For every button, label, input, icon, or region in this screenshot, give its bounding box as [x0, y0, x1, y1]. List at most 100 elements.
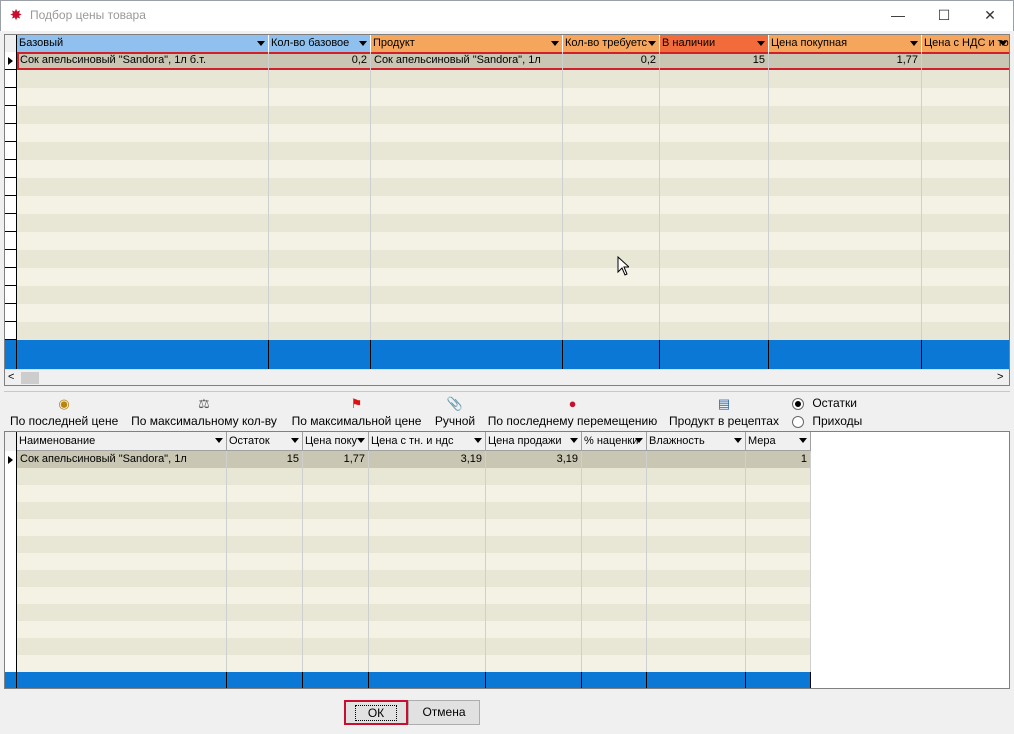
dropdown-arrow-icon[interactable] — [474, 438, 482, 443]
bottom-cell — [486, 536, 582, 553]
top-cell — [563, 214, 660, 232]
dropdown-arrow-icon[interactable] — [799, 438, 807, 443]
bottom-cell — [746, 587, 811, 604]
dropdown-arrow-icon[interactable] — [215, 438, 223, 443]
by-last-transfer-label: По последнему перемещению — [487, 414, 658, 428]
bottom-cell — [227, 519, 303, 536]
bottom-cell — [486, 570, 582, 587]
scales-icon: ⚖ — [198, 396, 210, 411]
top-cell — [660, 304, 769, 322]
radio-checked-icon[interactable] — [792, 397, 804, 410]
top-cell — [269, 214, 371, 232]
top-cell — [563, 268, 660, 286]
bottom-cell — [369, 519, 486, 536]
top-grid-footer — [5, 340, 1009, 369]
cancel-button[interactable]: Отмена — [408, 700, 480, 725]
bottom-cell — [227, 638, 303, 655]
bottom-cell — [647, 621, 746, 638]
top-cell — [269, 88, 371, 106]
scroll-left-icon[interactable]: < — [8, 371, 14, 383]
ok-label: ОК — [354, 705, 398, 721]
top-cell — [563, 142, 660, 160]
bottom-cell — [486, 485, 582, 502]
bottom-col-header-8[interactable]: Мера — [746, 432, 811, 451]
bottom-cell: Сок апельсиновый "Sandora", 1л — [17, 451, 227, 468]
ok-button[interactable]: ОК — [344, 700, 408, 725]
by-max-quantity-label: По максимальному кол-ву — [131, 414, 277, 428]
top-table-row-selected[interactable]: Сок апельсиновый "Sandora", 1л б.т. 0,2 Со… — [17, 52, 1009, 70]
top-row-indicator — [5, 124, 17, 142]
bottom-col-header-7[interactable]: Влажность — [647, 432, 746, 451]
by-max-price-button[interactable]: ⚑ По максимальной цене — [290, 396, 423, 430]
horizontal-scrollbar[interactable]: < > — [5, 369, 1009, 385]
dropdown-arrow-icon[interactable] — [257, 41, 265, 46]
maximize-button[interactable]: ☐ — [921, 0, 967, 31]
manual-button[interactable]: 📎 Ручной — [432, 396, 478, 430]
close-button[interactable]: ✕ — [967, 0, 1013, 31]
top-cell — [769, 322, 922, 340]
bottom-col-header-1[interactable]: Наименование — [17, 432, 227, 451]
by-last-price-button[interactable]: ◉ По последней цене — [10, 396, 118, 430]
top-col-header-6[interactable]: Цена покупная — [769, 35, 922, 52]
top-cell — [922, 160, 1009, 178]
bottom-row-indicator — [5, 621, 17, 638]
top-cell — [769, 304, 922, 322]
bottom-row-indicator — [5, 536, 17, 553]
bottom-col-header-6[interactable]: % наценки — [582, 432, 647, 451]
bottom-row-indicator — [5, 655, 17, 672]
radio-remains[interactable]: Остатки — [792, 396, 857, 412]
dropdown-arrow-icon[interactable] — [359, 41, 367, 46]
dropdown-arrow-icon[interactable] — [635, 438, 643, 443]
dropdown-arrow-icon[interactable] — [551, 41, 559, 46]
bottom-cell — [227, 587, 303, 604]
bottom-cell — [486, 468, 582, 485]
by-max-quantity-button[interactable]: ⚖ По максимальному кол-ву — [128, 396, 280, 430]
bottom-cell: 1,77 — [303, 451, 369, 468]
top-col-header-4[interactable]: Кол-во требуетс — [563, 35, 660, 52]
minimize-button[interactable]: — — [875, 0, 921, 31]
dropdown-arrow-icon[interactable] — [734, 438, 742, 443]
top-table-row — [17, 214, 1009, 232]
bottom-cell: 3,19 — [369, 451, 486, 468]
scroll-thumb[interactable] — [21, 372, 39, 384]
bottom-cell — [582, 502, 647, 519]
dropdown-arrow-icon[interactable] — [910, 41, 918, 46]
top-col-header-5[interactable]: В наличии — [660, 35, 769, 52]
bottom-cell — [227, 502, 303, 519]
top-col-header-2[interactable]: Кол-во базовое — [269, 35, 371, 52]
bottom-cell — [647, 655, 746, 672]
bottom-cell — [486, 587, 582, 604]
bottom-col-header-3[interactable]: Цена поку — [303, 432, 369, 451]
top-col-header-1[interactable]: Базовый — [17, 35, 269, 52]
bottom-stock-grid[interactable]: Наименование Остаток Цена поку Цена с тн. и… — [4, 431, 1010, 689]
bottom-footer-separator — [581, 672, 582, 688]
dropdown-arrow-icon[interactable] — [570, 438, 578, 443]
radio-unchecked-icon[interactable] — [792, 415, 804, 428]
radio-receipts[interactable]: Приходы — [792, 414, 862, 430]
bottom-cell — [303, 519, 369, 536]
bottom-footer-separator — [745, 672, 746, 688]
top-footer-separator — [659, 340, 660, 369]
bottom-table-row-selected[interactable]: Сок апельсиновый "Sandora", 1л 15 1,77 3,19… — [17, 451, 811, 468]
by-last-transfer-button[interactable]: ● По последнему перемещению — [486, 396, 659, 430]
dropdown-arrow-icon[interactable] — [648, 41, 656, 46]
bottom-cell: 1 — [746, 451, 811, 468]
top-cell — [17, 322, 269, 340]
top-products-grid[interactable]: Базовый Кол-во базовое Продукт Кол-во требу… — [4, 34, 1010, 386]
bottom-col-header-2[interactable]: Остаток — [227, 432, 303, 451]
top-grid-header: Базовый Кол-во базовое Продукт Кол-во требу… — [5, 35, 1009, 52]
bottom-col-header-5[interactable]: Цена продажи — [486, 432, 582, 451]
bottom-cell — [647, 485, 746, 502]
dropdown-arrow-icon[interactable] — [291, 438, 299, 443]
dropdown-arrow-icon[interactable] — [999, 41, 1007, 46]
top-col-header-7[interactable]: Цена с НДС и тор — [922, 35, 1009, 52]
top-grid-body: Сок апельсиновый "Sandora", 1л б.т. 0,2 Со… — [5, 52, 1009, 369]
dropdown-arrow-icon[interactable] — [757, 41, 765, 46]
top-col-header-3[interactable]: Продукт — [371, 35, 563, 52]
scroll-right-icon[interactable]: > — [997, 371, 1003, 383]
top-footer-separator — [370, 340, 371, 369]
bottom-cell — [17, 638, 227, 655]
product-in-recipes-button[interactable]: ▤ Продукт в рецептах — [668, 396, 780, 430]
dropdown-arrow-icon[interactable] — [357, 438, 365, 443]
bottom-col-header-4[interactable]: Цена с тн. и ндс — [369, 432, 486, 451]
